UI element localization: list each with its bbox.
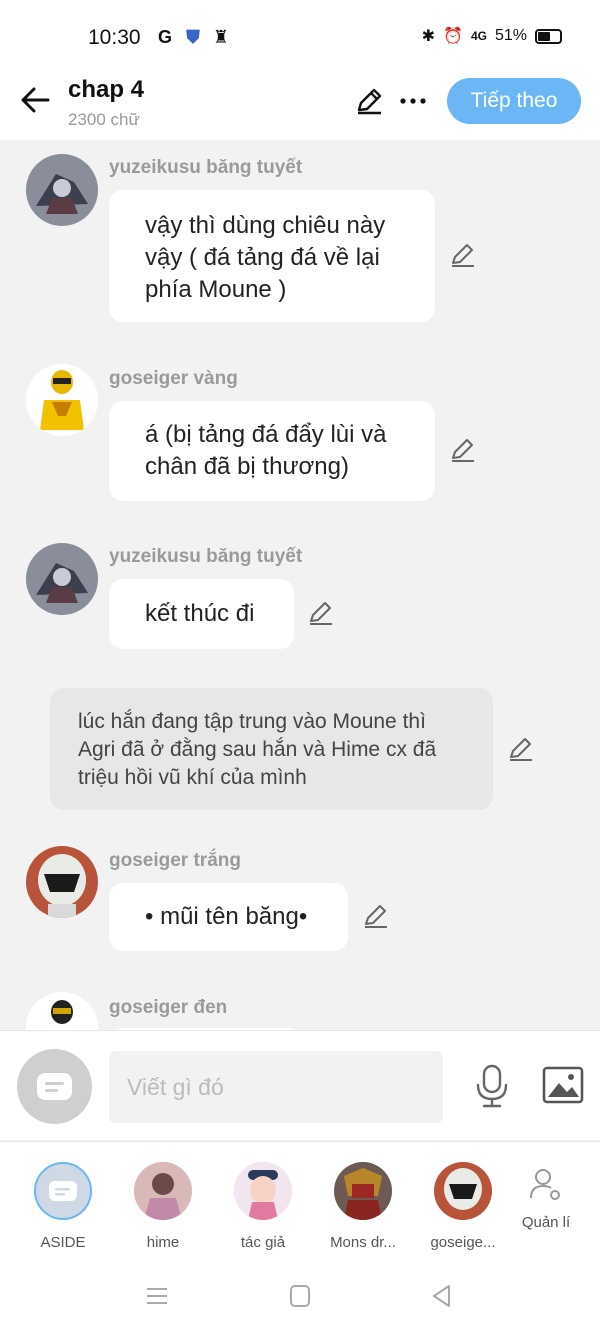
- composer-bar: Viết gì đó: [0, 1030, 600, 1140]
- message-text: • mũi tên băng•: [145, 903, 308, 930]
- message-bubble[interactable]: á (bị tảng đá đẩy lùi và chân đã bị thươ…: [109, 401, 435, 501]
- yellow-ranger-avatar-icon: [26, 364, 98, 436]
- aside-avatar: [34, 1162, 92, 1220]
- back-arrow-icon[interactable]: [18, 82, 54, 118]
- avatar: [334, 1162, 392, 1220]
- shield-icon: ⛊: [186, 27, 200, 47]
- word-count: 2300 chữ: [68, 110, 140, 129]
- avatar-goseiger-den[interactable]: [26, 992, 98, 1030]
- google-icon: G: [157, 27, 172, 47]
- speaker-name: goseiger trắng: [109, 850, 241, 871]
- speaker-name: yuzeikusu băng tuyết: [109, 157, 303, 178]
- character-label: tác giả: [240, 1234, 286, 1251]
- avatar: [434, 1162, 492, 1220]
- avatar-yuzeikusu[interactable]: [26, 543, 98, 615]
- character-aside[interactable]: ASIDE: [17, 1162, 109, 1251]
- status-right: ✱ ⏰ 4G 51%: [422, 26, 562, 46]
- next-button[interactable]: Tiếp theo: [447, 78, 581, 124]
- hime-avatar-icon: [134, 1162, 192, 1220]
- author-avatar-icon: [234, 1162, 292, 1220]
- message-bubble[interactable]: kết thúc đi: [109, 579, 294, 649]
- broom-icon: ♜: [212, 27, 230, 47]
- message-bubble[interactable]: vậy thì dùng chiêu này vậy ( đá tảng đá …: [109, 190, 435, 322]
- message-input[interactable]: Viết gì đó: [109, 1051, 443, 1123]
- edit-message-icon[interactable]: [307, 599, 335, 627]
- character-mons-dr[interactable]: Mons dr...: [317, 1162, 409, 1251]
- white-ranger-avatar-icon: [26, 846, 98, 918]
- speaker-name: yuzeikusu băng tuyết: [109, 546, 303, 567]
- character-label: ASIDE: [40, 1234, 86, 1251]
- character-label: goseige...: [430, 1234, 496, 1251]
- message-text: kết thúc đi: [145, 600, 255, 627]
- edit-message-icon[interactable]: [362, 902, 390, 930]
- aside-icon: [37, 1073, 72, 1100]
- bluetooth-icon: ✱: [421, 28, 436, 45]
- status-time: 10:30: [88, 26, 141, 49]
- menu-icon[interactable]: [142, 1281, 172, 1311]
- character-tac-gia[interactable]: tác giả: [217, 1162, 309, 1251]
- status-left-icons: G ⛊ ♜: [155, 26, 231, 48]
- avatar-yuzeikusu[interactable]: [26, 154, 98, 226]
- avatar: [234, 1162, 292, 1220]
- chat-area[interactable]: yuzeikusu băng tuyết vậy thì dùng chiêu …: [0, 140, 600, 1030]
- black-ranger-avatar-icon: [26, 992, 98, 1030]
- manage-button[interactable]: Quản lí: [500, 1166, 592, 1231]
- manage-label: Quản lí: [521, 1214, 571, 1231]
- chapter-header: chap 4 2300 chữ Tiếp theo: [0, 70, 600, 140]
- chapter-title: chap 4: [68, 76, 145, 103]
- message-text: á (bị tảng đá đẩy lùi và chân đã bị thươ…: [145, 421, 387, 480]
- system-nav-bar: [0, 1261, 600, 1333]
- status-bar: 10:30 G ⛊ ♜ ✱ ⏰ 4G 51%: [0, 0, 600, 70]
- microphone-icon[interactable]: [472, 1063, 512, 1109]
- robot-avatar-icon: [26, 154, 98, 226]
- narration-text: lúc hắn đang tập trung vào Moune thì Agr…: [78, 710, 437, 789]
- network-label: 4G: [470, 29, 487, 43]
- avatar: [134, 1162, 192, 1220]
- edit-message-icon[interactable]: [449, 436, 477, 464]
- robot-avatar-icon: [26, 543, 98, 615]
- white-ranger-avatar-icon: [434, 1162, 492, 1220]
- message-input-placeholder: Viết gì đó: [127, 1073, 224, 1100]
- battery-icon: [535, 28, 562, 44]
- monster-avatar-icon: [334, 1162, 392, 1220]
- chapter-title-block: chap 4 2300 chữ: [68, 76, 144, 130]
- back-triangle-icon[interactable]: [427, 1281, 457, 1311]
- more-options-icon[interactable]: [398, 86, 428, 116]
- character-bar: ASIDE hime tác giả Mons dr... goseige...…: [0, 1141, 600, 1261]
- narration-block[interactable]: lúc hắn đang tập trung vào Moune thì Agr…: [50, 688, 493, 810]
- speaker-name: goseiger vàng: [109, 368, 238, 389]
- avatar-goseiger-vang[interactable]: [26, 364, 98, 436]
- avatar-goseiger-trang[interactable]: [26, 846, 98, 918]
- image-icon[interactable]: [541, 1065, 585, 1105]
- message-text: vậy thì dùng chiêu này vậy ( đá tảng đá …: [145, 212, 386, 303]
- edit-message-icon[interactable]: [507, 735, 535, 763]
- message-bubble[interactable]: • mũi tên băng•: [109, 883, 348, 951]
- character-hime[interactable]: hime: [117, 1162, 209, 1251]
- aside-icon: [49, 1181, 77, 1201]
- home-icon[interactable]: [285, 1281, 315, 1311]
- user-settings-icon: [530, 1169, 560, 1200]
- aside-toggle-button[interactable]: [17, 1049, 92, 1124]
- character-goseiger[interactable]: goseige...: [417, 1162, 509, 1251]
- character-label: hime: [146, 1234, 180, 1251]
- battery-percent: 51%: [494, 27, 527, 44]
- character-label: Mons dr...: [330, 1234, 396, 1251]
- edit-pen-icon[interactable]: [354, 86, 384, 116]
- alarm-icon: ⏰: [443, 28, 463, 45]
- edit-message-icon[interactable]: [449, 241, 477, 269]
- speaker-name: goseiger đen: [109, 997, 228, 1018]
